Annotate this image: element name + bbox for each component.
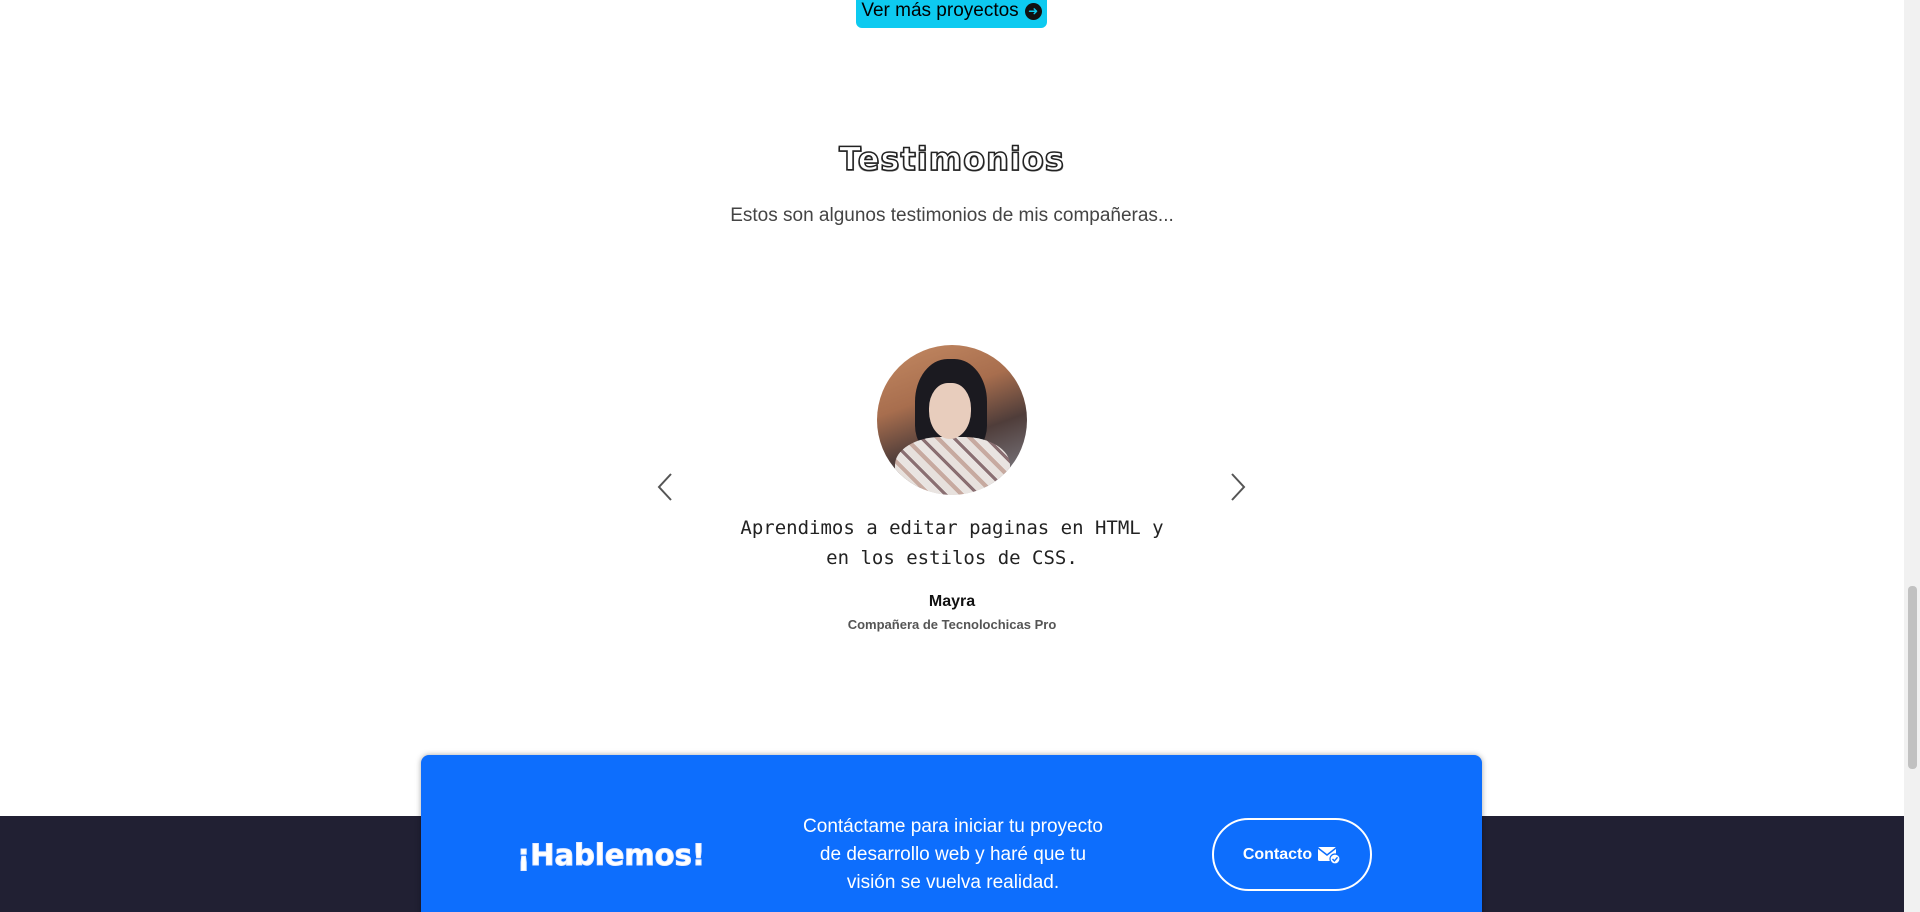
cta-text: Contáctame para iniciar tu proyecto de d… xyxy=(803,816,1103,893)
envelope-check-icon xyxy=(1317,846,1341,865)
ver-mas-proyectos-button[interactable]: Ver más proyectos ➜ xyxy=(856,0,1047,28)
page-scrollbar[interactable] xyxy=(1904,0,1920,912)
ver-mas-proyectos-label: Ver más proyectos xyxy=(861,0,1019,21)
arrow-right-circle-icon: ➜ xyxy=(1024,3,1042,20)
carousel-prev-button[interactable] xyxy=(651,470,681,504)
scrollbar-thumb[interactable] xyxy=(1908,586,1917,769)
testimonials-title: Testimonios xyxy=(838,139,1065,179)
carousel-next-button[interactable] xyxy=(1222,470,1252,504)
testimonials-subtitle: Estos son algunos testimonios de mis com… xyxy=(730,205,1174,226)
chevron-left-icon xyxy=(657,473,672,501)
testimonial-quote: Aprendimos a editar paginas en HTML y en… xyxy=(740,517,1164,569)
testimonial-avatar xyxy=(877,345,1027,495)
testimonial-author: Mayra xyxy=(928,593,976,610)
chevron-right-icon xyxy=(1231,473,1246,501)
testimonial-author-role: Compañera de Tecnolochicas Pro xyxy=(847,617,1057,632)
contact-cta-card: ¡Hablemos! Contáctame para iniciar tu pr… xyxy=(421,755,1482,912)
page: Ver más proyectos ➜ Testimonios Estos so… xyxy=(0,0,1920,912)
cta-title: ¡Hablemos! xyxy=(516,838,706,873)
contacto-label: Contacto xyxy=(1242,845,1313,863)
contacto-button[interactable]: Contacto xyxy=(1212,818,1372,891)
